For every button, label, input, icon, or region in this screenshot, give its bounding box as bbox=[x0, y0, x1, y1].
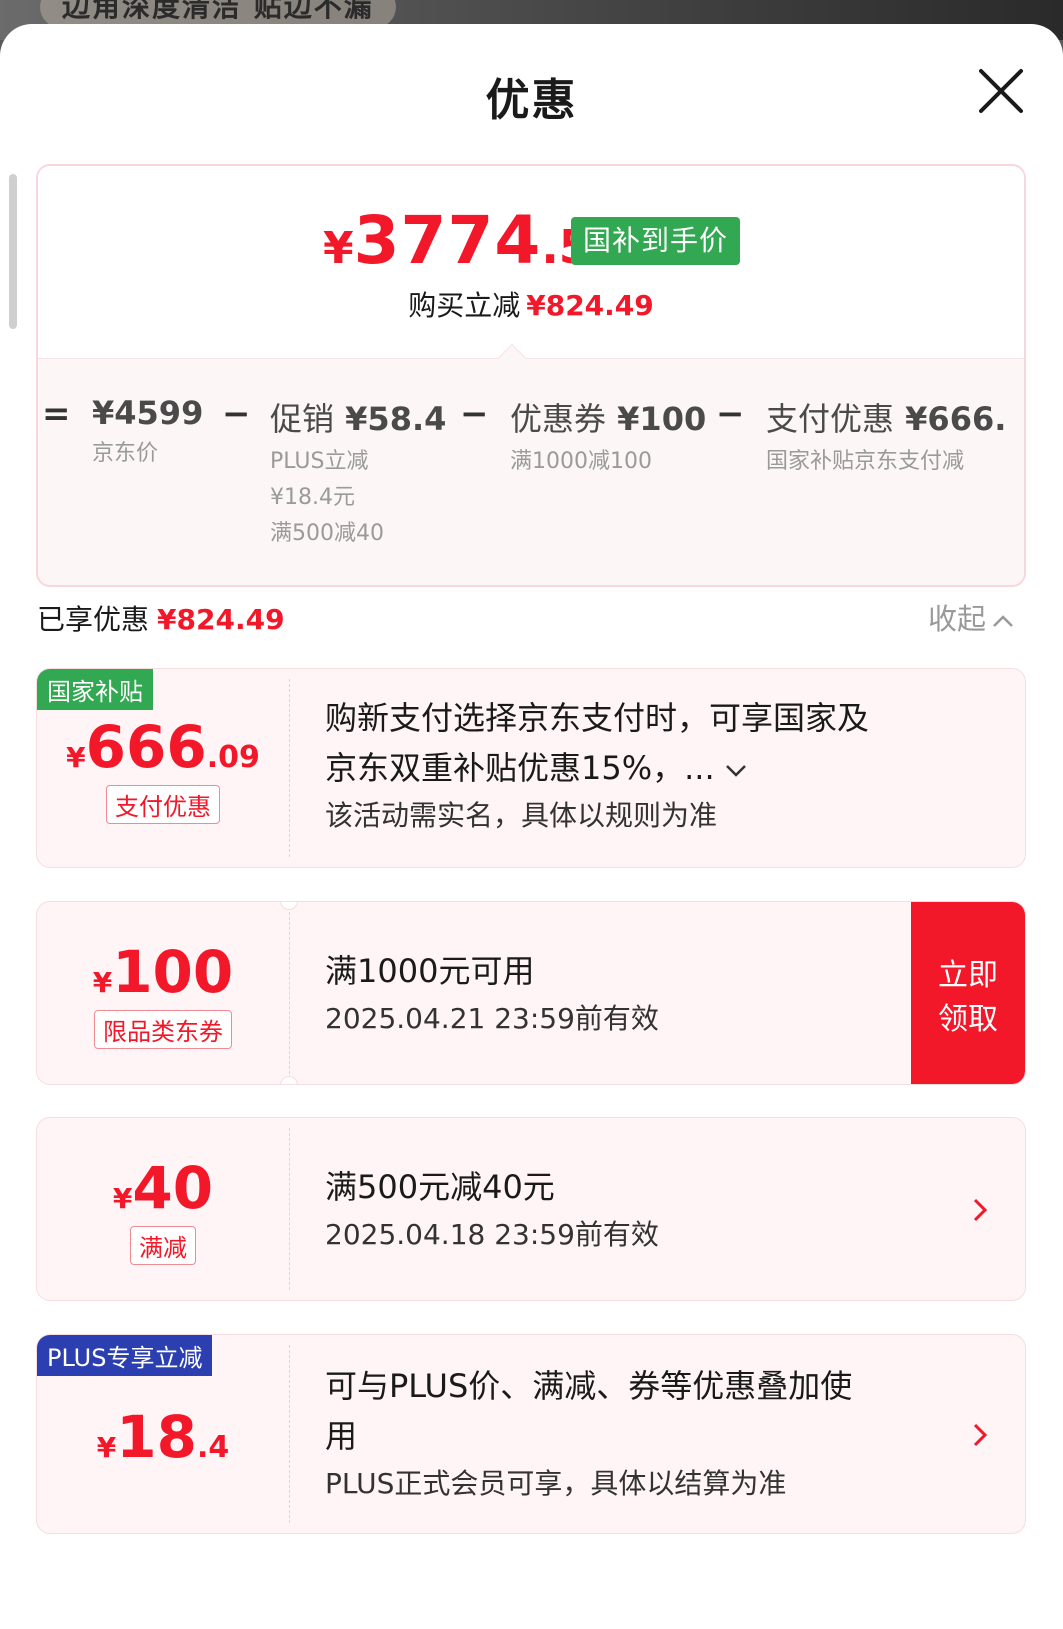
coupon-type: 支付优惠 bbox=[106, 785, 220, 824]
coupon-title: 满1000元可用 bbox=[325, 952, 535, 990]
minus-sign: − bbox=[222, 394, 251, 434]
coupon-amount: ¥666.09 bbox=[66, 713, 260, 781]
reduce-line: 购买立减 ¥824.49 bbox=[408, 289, 654, 322]
minus-sign: − bbox=[716, 394, 745, 434]
final-price-tag: 国补到手价 bbox=[571, 217, 741, 265]
coupon-title-more[interactable]: 京东双重补贴优惠15%，... bbox=[325, 743, 985, 793]
breakdown-item-payment: 支付优惠 ¥666. 国家补贴京东支付减 bbox=[766, 400, 1007, 474]
scrollbar[interactable] bbox=[9, 174, 17, 329]
coupon-category[interactable]: ¥100 限品类东券 满1000元可用 2025.04.21 23:59前有效 … bbox=[36, 901, 1026, 1085]
breakdown-item-jd-price: ¥4599 京东价 bbox=[92, 394, 204, 466]
coupon-type: 限品类东券 bbox=[94, 1010, 232, 1049]
enjoyed-discount: 已享优惠 ¥824.49 bbox=[37, 603, 285, 636]
coupon-desc: 2025.04.18 23:59前有效 bbox=[325, 1218, 659, 1251]
chevron-up-icon bbox=[993, 615, 1013, 627]
coupon-title-cont: 用 bbox=[325, 1417, 358, 1455]
coupon-full-reduction[interactable]: ¥40 满减 满500元减40元 2025.04.18 23:59前有效 bbox=[36, 1117, 1026, 1301]
coupon-badge: PLUS专享立减 bbox=[37, 1335, 213, 1376]
coupon-amount: ¥40 bbox=[112, 1154, 214, 1222]
chevron-right-icon[interactable] bbox=[971, 1196, 989, 1224]
minus-sign: − bbox=[460, 394, 489, 434]
sheet-title: 优惠 bbox=[485, 75, 578, 126]
coupon-type: 满减 bbox=[130, 1226, 196, 1265]
coupon-title: 购新支付选择京东支付时，可享国家及 bbox=[325, 699, 870, 737]
coupon-national-subsidy[interactable]: ¥666.09 支付优惠 国家补贴 购新支付选择京东支付时，可享国家及 京东双重… bbox=[36, 668, 1026, 868]
breakdown-item-promo: 促销 ¥58.4 PLUS立减 ¥18.4元 满500减40 bbox=[270, 400, 447, 546]
close-icon[interactable] bbox=[976, 66, 1026, 116]
coupon-title: 满500元减40元 bbox=[325, 1168, 555, 1206]
coupon-amount: ¥100 bbox=[92, 938, 234, 1006]
claim-button[interactable]: 立即 领取 bbox=[911, 902, 1025, 1084]
coupon-desc: 2025.04.21 23:59前有效 bbox=[325, 1002, 659, 1035]
coupon-desc: 该活动需实名，具体以规则为准 bbox=[325, 799, 718, 832]
equals-sign: = bbox=[42, 394, 71, 434]
coupon-plus[interactable]: ¥18.4 PLUS专享立减 可与PLUS价、满减、券等优惠叠加使 用 PLUS… bbox=[36, 1334, 1026, 1534]
coupon-desc: PLUS正式会员可享，具体以结算为准 bbox=[325, 1467, 787, 1500]
price-summary-card: ¥3774.51 国补到手价 购买立减¥824.49 = ¥4599 京东价 −… bbox=[36, 164, 1026, 587]
coupon-badge: 国家补贴 bbox=[37, 669, 153, 710]
discount-sheet: 优惠 ¥3774.51 国补到手价 购买立减¥824.49 = ¥4599 京东… bbox=[0, 24, 1063, 1629]
chevron-down-icon bbox=[725, 765, 746, 777]
collapse-button[interactable]: 收起 bbox=[928, 596, 1014, 638]
coupon-title: 可与PLUS价、满减、券等优惠叠加使 bbox=[325, 1367, 853, 1405]
breakdown-item-coupon: 优惠券 ¥100 满1000减100 bbox=[510, 400, 707, 474]
chevron-right-icon[interactable] bbox=[971, 1421, 989, 1449]
coupon-amount: ¥18.4 bbox=[96, 1403, 230, 1471]
